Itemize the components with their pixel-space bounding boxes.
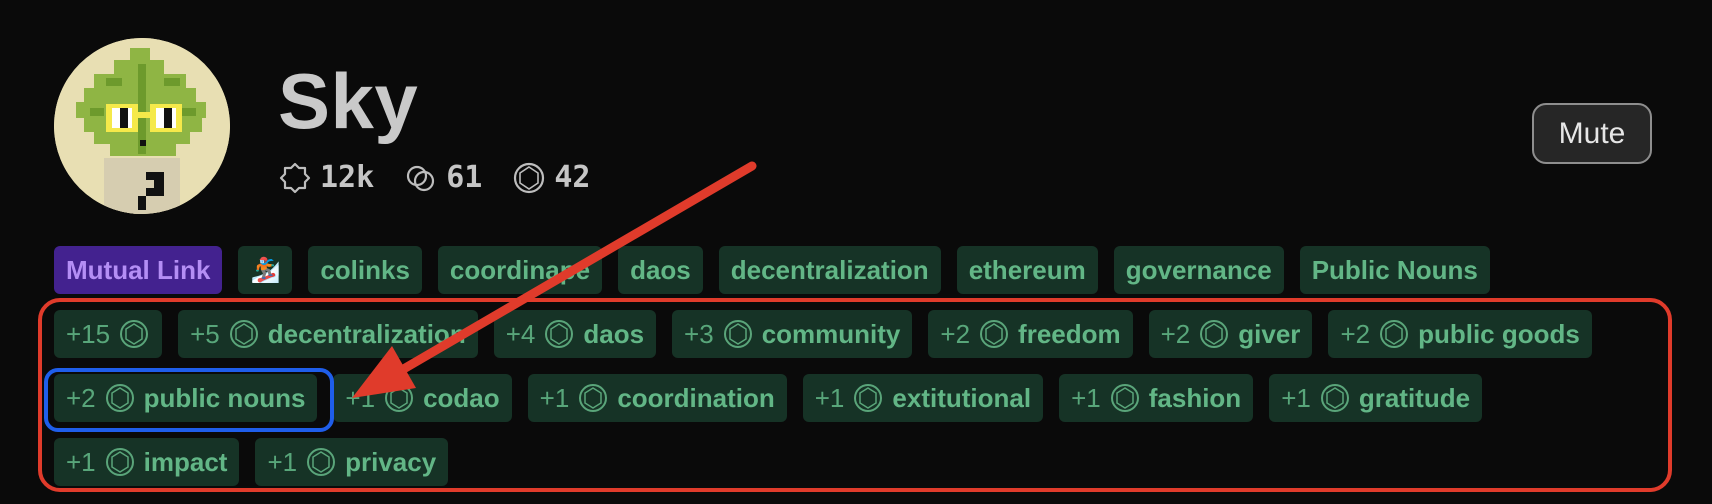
profile-tags: Mutual Link 🏂 colinks coordinape daos de… — [54, 246, 1490, 294]
profile-name: Sky — [278, 57, 419, 145]
stat-badges: 12k — [278, 160, 374, 195]
tag-colinks[interactable]: colinks — [308, 246, 422, 294]
mute-button[interactable]: Mute — [1532, 103, 1652, 164]
profile-avatar — [54, 38, 230, 214]
tag-daos[interactable]: daos — [618, 246, 703, 294]
stat-gems-value: 42 — [554, 160, 591, 195]
tag-coordinape[interactable]: coordinape — [437, 246, 603, 294]
tag-ethereum[interactable]: ethereum — [956, 246, 1098, 294]
stat-links: 61 — [404, 160, 482, 195]
stat-gems: 42 — [512, 160, 590, 195]
tag-public-nouns[interactable]: Public Nouns — [1299, 246, 1490, 294]
profile-stats: 12k 61 42 — [278, 160, 590, 195]
tag-governance[interactable]: governance — [1113, 246, 1284, 294]
mutual-link-tag[interactable]: Mutual Link — [54, 246, 223, 294]
badge-icon — [279, 162, 311, 193]
gem-icon — [514, 162, 545, 193]
tag-decentralization[interactable]: decentralization — [718, 246, 941, 294]
stat-links-value: 61 — [446, 160, 483, 195]
stat-badges-value: 12k — [320, 160, 375, 195]
emoji-tag[interactable]: 🏂 — [238, 246, 293, 294]
annotation-blue-box — [44, 368, 334, 432]
plant-avatar-image — [54, 38, 230, 214]
links-icon — [407, 165, 435, 191]
